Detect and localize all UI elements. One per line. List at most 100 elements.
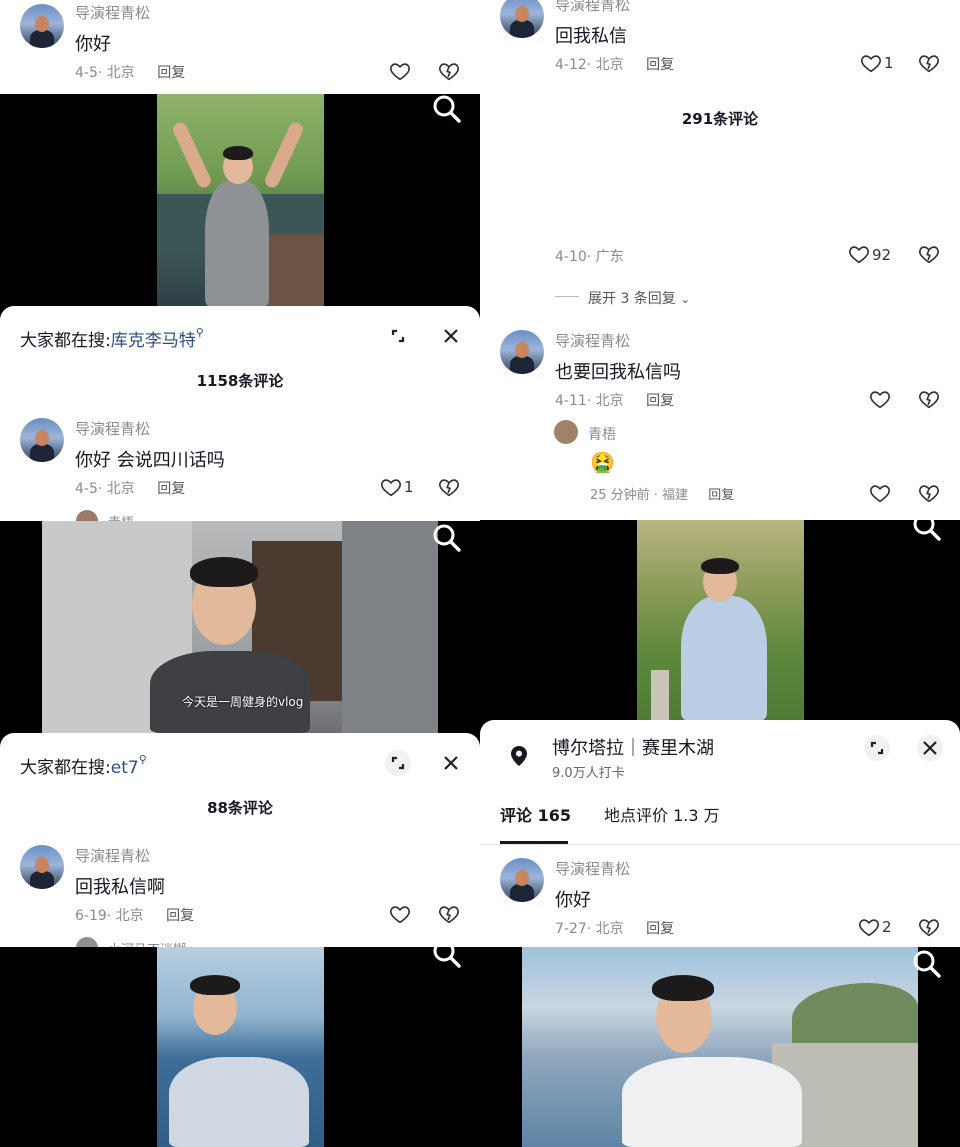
search-suggestion[interactable]: 大家都在搜:et7⚲	[20, 753, 147, 778]
expand-replies-label: 展开 3 条回复	[588, 291, 676, 307]
avatar[interactable]	[500, 0, 544, 38]
heart-icon[interactable]	[869, 388, 891, 410]
comment-strip-1: 导演程青松 你好 4-5· 北京 回复	[0, 0, 480, 94]
tab-reviews[interactable]: 地点评价 1.3 万	[604, 802, 720, 826]
comment-count: 88条评论	[207, 799, 273, 817]
like-count: 2	[882, 918, 892, 936]
avatar[interactable]	[500, 858, 544, 902]
comment-text: 回我私信	[555, 26, 627, 47]
comment-date-location: 4-12· 北京	[555, 57, 624, 73]
search-icon[interactable]	[432, 523, 462, 553]
expand-icon[interactable]	[384, 749, 412, 777]
like-count: 1	[884, 54, 894, 72]
comment-date-location: 4-10· 广东	[555, 249, 624, 265]
close-icon[interactable]	[437, 749, 465, 777]
tab-comments[interactable]: 评论 165	[500, 802, 571, 826]
avatar[interactable]	[20, 845, 64, 889]
comment-sheet-2: 大家都在搜:et7⚲ 88条评论 导演程青松 回我私信啊 6-19· 北京 回复…	[0, 733, 480, 947]
reply-author[interactable]: 青梧	[588, 424, 616, 444]
expand-icon[interactable]	[863, 734, 891, 762]
heart-icon[interactable]	[389, 60, 411, 82]
comment-author[interactable]: 导演程青松	[75, 418, 150, 439]
reply-date-location: 25 分钟前 · 福建	[590, 488, 689, 503]
video-frame-1[interactable]	[0, 94, 480, 306]
comment-author[interactable]: 导演程青松	[555, 0, 630, 15]
reply-button[interactable]: 回复	[157, 65, 185, 81]
avatar[interactable]	[500, 330, 544, 374]
heart-icon[interactable]	[389, 903, 411, 925]
search-prefix: 大家都在搜:	[20, 758, 111, 778]
reply-button[interactable]: 回复	[646, 921, 674, 937]
comment-meta: 6-19· 北京 回复	[75, 905, 194, 925]
dislike-icon[interactable]	[438, 60, 460, 82]
search-icon[interactable]	[912, 520, 942, 542]
heart-icon[interactable]	[848, 243, 870, 265]
dislike-icon[interactable]	[918, 916, 940, 938]
comment-date-location: 4-5· 北京	[75, 65, 135, 81]
comment-item: 导演程青松 回我私信啊 6-19· 北京 回复	[0, 843, 480, 931]
video-thumbnail	[157, 947, 324, 1147]
dislike-icon[interactable]	[918, 482, 940, 504]
partial-reply-author: 小河马不迷糊	[108, 939, 186, 947]
comment-author[interactable]: 导演程青松	[75, 845, 150, 866]
comment-author[interactable]: 导演程青松	[555, 858, 630, 879]
reply-button[interactable]: 回复	[646, 57, 674, 73]
video-frame-5[interactable]	[0, 947, 480, 1147]
chevron-down-icon: ⌄	[680, 292, 691, 306]
reply-button[interactable]: 回复	[157, 481, 185, 497]
comment-count: 1158条评论	[196, 372, 284, 390]
reply-button[interactable]: 回复	[708, 488, 734, 503]
video-frame-4[interactable]	[480, 520, 960, 720]
location-sheet: 博尔塔拉｜赛里木湖 9.0万人打卡 评论 165 地点评价 1.3 万 导演程青…	[480, 720, 960, 947]
video-frame-3[interactable]: 今天是一周健身的vlog	[0, 521, 480, 733]
dislike-icon[interactable]	[438, 476, 460, 498]
reply-button[interactable]: 回复	[166, 908, 194, 924]
comment-text: 你好 会说四川话吗	[75, 450, 225, 471]
partial-reply-author: 青梧	[108, 512, 134, 521]
close-icon[interactable]	[916, 734, 944, 762]
heart-icon[interactable]	[869, 482, 891, 504]
reply-meta: 25 分钟前 · 福建 回复	[590, 484, 734, 503]
comment-meta: 4-5· 北京 回复	[75, 62, 185, 82]
dislike-icon[interactable]	[918, 388, 940, 410]
search-suggestion[interactable]: 大家都在搜:库克李马特⚲	[20, 326, 204, 351]
dislike-icon[interactable]	[918, 52, 940, 74]
comment-date-location: 4-11· 北京	[555, 393, 624, 409]
comment-date-location: 6-19· 北京	[75, 908, 144, 924]
expand-icon[interactable]	[384, 322, 412, 350]
comment-meta: 4-5· 北京 回复	[75, 478, 185, 498]
dislike-icon[interactable]	[438, 903, 460, 925]
comment-author[interactable]: 导演程青松	[555, 330, 630, 351]
comment-date-location: 7-27· 北京	[555, 921, 624, 937]
search-icon[interactable]	[912, 949, 942, 979]
heart-icon[interactable]	[860, 52, 882, 74]
comment-item: 导演程青松 回我私信 4-12· 北京 回复 1	[480, 0, 960, 80]
search-keyword[interactable]: 库克李马特	[111, 331, 196, 351]
heart-icon[interactable]	[858, 916, 880, 938]
search-icon[interactable]	[432, 947, 462, 969]
heart-icon[interactable]	[380, 476, 402, 498]
comment-sheet-1: 大家都在搜:库克李马特⚲ 1158条评论 导演程青松 你好 会说四川话吗 4-5…	[0, 306, 480, 521]
dislike-icon[interactable]	[918, 243, 940, 265]
comment-author[interactable]: 导演程青松	[75, 2, 150, 23]
comment-date-location: 4-5· 北京	[75, 481, 135, 497]
comment-count: 291条评论	[681, 110, 759, 128]
expand-replies-button[interactable]: 展开 3 条回复 ⌄	[588, 288, 690, 308]
search-keyword[interactable]: et7	[111, 758, 139, 778]
location-checkins: 9.0万人打卡	[552, 766, 625, 781]
comment-meta: 4-12· 北京 回复	[555, 54, 674, 74]
avatar[interactable]	[20, 418, 64, 462]
search-prefix: 大家都在搜:	[20, 331, 111, 351]
divider	[555, 296, 579, 297]
avatar[interactable]	[20, 4, 64, 48]
search-icon[interactable]	[432, 94, 462, 124]
location-title[interactable]: 博尔塔拉｜赛里木湖	[552, 734, 714, 760]
reply-avatar[interactable]	[554, 420, 578, 444]
reply-button[interactable]: 回复	[646, 393, 674, 409]
partial-reply-avatar	[76, 937, 98, 947]
comment-sheet-4: 导演程青松 也要回我私信吗 4-11· 北京 回复 青梧 🤮 25 分钟前 · …	[480, 314, 960, 520]
video-frame-6[interactable]	[480, 947, 960, 1147]
video-thumbnail: 今天是一周健身的vlog	[42, 521, 438, 733]
close-icon[interactable]	[437, 322, 465, 350]
partial-reply-avatar	[76, 510, 98, 521]
